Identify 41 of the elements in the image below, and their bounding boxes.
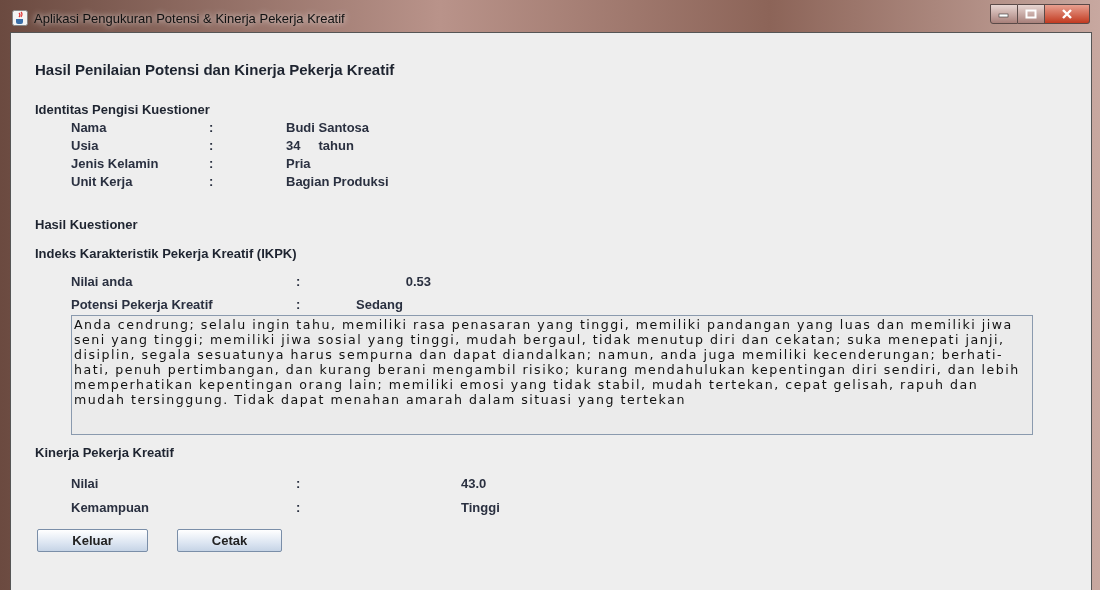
field-value: Sedang xyxy=(356,297,404,312)
field-label: Unit Kerja xyxy=(71,174,134,189)
colon: : xyxy=(209,156,215,171)
colon: : xyxy=(209,174,215,189)
section-heading: Indeks Karakteristik Pekerja Kreatif (IKPK) xyxy=(35,246,298,261)
field-label: Usia xyxy=(71,138,100,153)
close-button[interactable] xyxy=(1045,4,1090,24)
section-heading: Hasil Kuestioner xyxy=(35,217,139,232)
field-label: Nama xyxy=(71,120,108,135)
field-value: 0.53 xyxy=(404,274,431,289)
field-value: Tinggi xyxy=(461,500,501,515)
field-label: Potensi Pekerja Kreatif xyxy=(71,297,214,312)
minimize-button[interactable] xyxy=(990,4,1018,24)
field-value: Pria xyxy=(286,156,311,171)
minimize-icon xyxy=(998,10,1010,18)
field-label: Jenis Kelamin xyxy=(71,156,160,171)
field-value: Bagian Produksi xyxy=(286,174,389,189)
description-text-area[interactable]: Anda cendrung; selalu ingin tahu, memiliki rasa penasaran yang tinggi, memiliki pandangan yang luas dan memiliki jiwa seni yang tinggi; memiliki jiwa sosial yang tinggi, mudah bergaul, tidak menutup diri dan cekatan; suka menepati janji, disiplin, segala sesuatunya harus sempurna dan dapat diandalkan; namun, anda juga memiliki kecenderungan; berhati-hati, penuh pertimbangan, dan kurang berani mengambil risiko; kurang mendahulukan kepentingan diri sendiri, dan lebih memperhatikan kepentingan orang lain; memiliki emosi yang tidak stabil, mudah tertekan, cepat gelisah, rapuh dan mudah tersinggung. Tidak dapat menahan amarah dalam situasi yang tertekan xyxy=(71,315,1033,435)
field-label: Nilai xyxy=(71,476,100,491)
maximize-button[interactable] xyxy=(1018,4,1045,24)
window-title: Aplikasi Pengukuran Potensi & Kinerja Pekerja Kreatif xyxy=(34,10,345,26)
action-button[interactable]: Cetak xyxy=(177,529,282,552)
unit-label: tahun xyxy=(318,138,354,153)
colon: : xyxy=(296,476,302,491)
colon: : xyxy=(296,297,302,312)
colon: : xyxy=(209,120,215,135)
section-heading: Kinerja Pekerja Kreatif xyxy=(35,445,175,460)
java-cup-icon xyxy=(12,10,28,26)
field-value: Budi Santosa xyxy=(286,120,370,135)
colon: : xyxy=(209,138,215,153)
field-label: Kemampuan xyxy=(71,500,151,515)
section-heading: Identitas Pengisi Kuestioner xyxy=(35,102,211,117)
colon: : xyxy=(296,274,302,289)
close-icon xyxy=(1060,9,1074,19)
action-button[interactable]: Keluar xyxy=(37,529,148,552)
maximize-icon xyxy=(1025,9,1037,19)
field-label: Nilai anda xyxy=(71,274,134,289)
field-value: 43.0 xyxy=(461,476,488,491)
colon: : xyxy=(296,500,302,515)
field-value: 34 xyxy=(286,138,301,153)
page-heading: Hasil Penilaian Potensi dan Kinerja Pekerja Kreatif xyxy=(35,61,396,78)
